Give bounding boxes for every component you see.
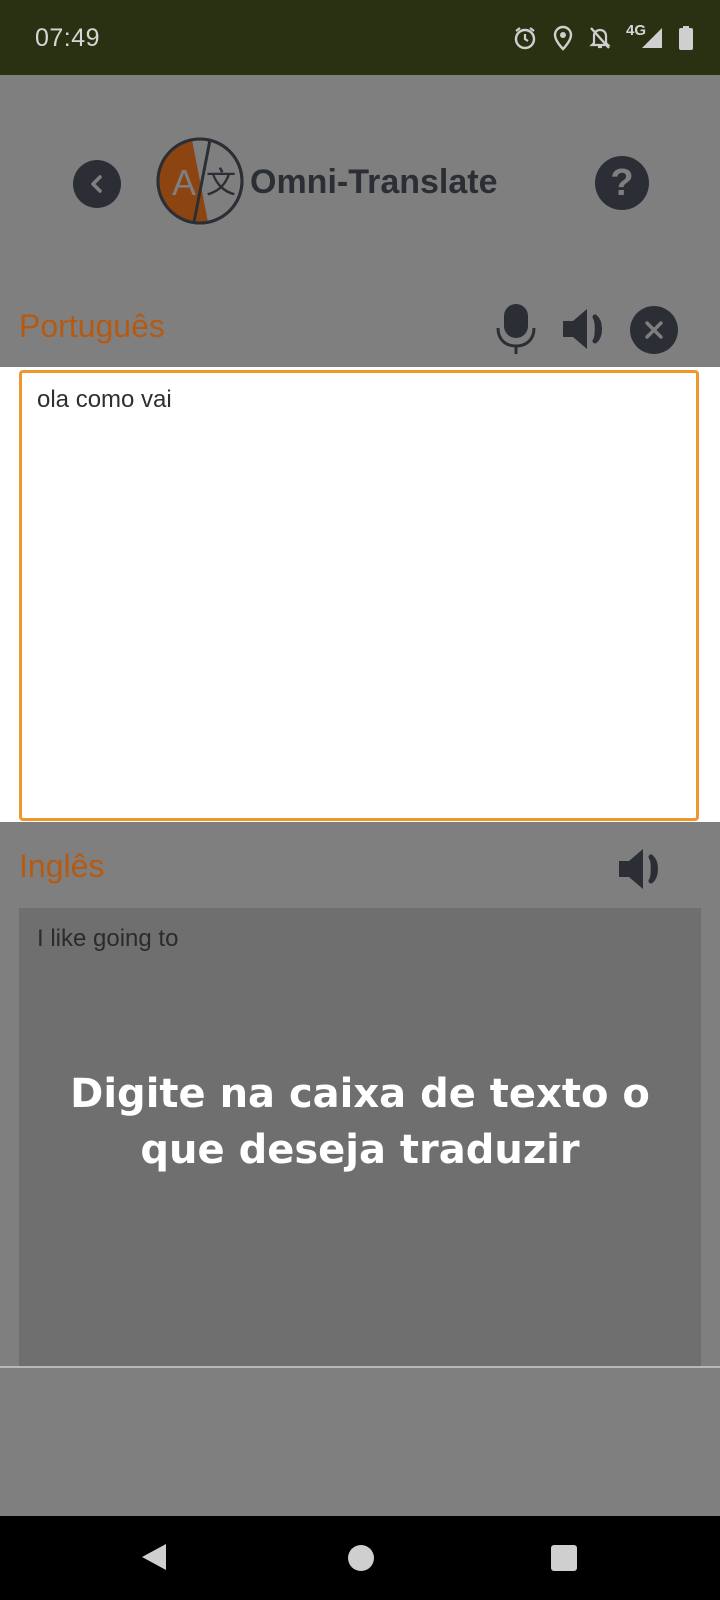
status-bar: 07:49 4G [0, 0, 720, 75]
translation-text: I like going to [37, 925, 179, 952]
notifications-off-icon [588, 25, 612, 51]
network-label: 4G [625, 21, 646, 39]
target-speaker-button[interactable] [616, 846, 668, 892]
battery-icon [678, 25, 694, 51]
translate-icon: A 文 [156, 137, 244, 225]
svg-text:A: A [172, 162, 196, 203]
source-text-value[interactable]: ola como vai [37, 386, 172, 414]
status-icons: 4G [512, 22, 694, 54]
recents-square-icon[interactable] [551, 1545, 577, 1571]
speaker-icon [619, 849, 658, 889]
microphone-button[interactable] [492, 302, 540, 354]
svg-text:文: 文 [206, 166, 236, 201]
speaker-icon [563, 309, 602, 349]
alarm-icon [512, 25, 538, 51]
status-time: 07:49 [35, 24, 101, 52]
app-title: Omni-Translate [250, 163, 498, 201]
chevron-left-icon [91, 175, 102, 193]
help-button[interactable]: ? [595, 156, 649, 210]
source-speaker-button[interactable] [560, 306, 612, 352]
back-button[interactable] [73, 160, 121, 208]
signal-icon: 4G [626, 22, 664, 50]
clear-button[interactable] [630, 306, 678, 354]
target-language-label[interactable]: Inglês [19, 848, 104, 885]
source-language-label[interactable]: Português [19, 308, 165, 345]
home-circle-icon[interactable] [348, 1545, 374, 1571]
location-icon [552, 25, 574, 51]
divider [0, 1366, 720, 1368]
source-text-input[interactable] [19, 370, 699, 821]
close-icon [645, 321, 663, 339]
microphone-icon [496, 304, 536, 354]
back-triangle-icon[interactable] [140, 1542, 168, 1572]
app-header: A 文 Omni-Translate ? [0, 75, 720, 290]
tutorial-hint: Digite na caixa de texto o que deseja tr… [70, 1071, 650, 1173]
help-icon: ? [610, 161, 634, 204]
